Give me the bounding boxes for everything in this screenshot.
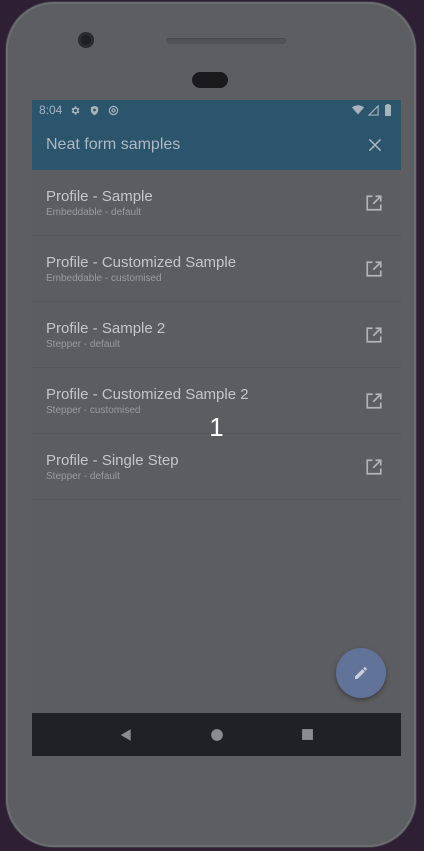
- item-title: Profile - Single Step: [46, 451, 179, 469]
- wifi-icon: [352, 104, 364, 116]
- earpiece: [166, 38, 286, 44]
- item-title: Profile - Customized Sample 2: [46, 385, 249, 403]
- open-in-new-icon[interactable]: [363, 324, 385, 346]
- battery-icon: [382, 104, 394, 116]
- settings-icon: [69, 104, 81, 116]
- sample-list: Profile - Sample Embeddable - default Pr…: [32, 170, 401, 500]
- item-subtitle: Embeddable - default: [46, 206, 142, 218]
- recents-icon[interactable]: [298, 725, 318, 745]
- navigation-bar: [32, 713, 401, 756]
- item-subtitle: Embeddable - customised: [46, 272, 162, 284]
- screen: 8:04 Neat form samples Profile - Sample …: [32, 100, 401, 756]
- item-title: Profile - Customized Sample: [46, 253, 237, 271]
- close-icon[interactable]: [363, 133, 387, 157]
- open-in-new-icon[interactable]: [363, 192, 385, 214]
- proximity-sensor: [192, 72, 228, 88]
- status-bar: 8:04: [32, 100, 401, 120]
- open-in-new-icon[interactable]: [363, 390, 385, 412]
- status-time: 8:04: [39, 103, 63, 117]
- edit-fab-button[interactable]: [336, 648, 386, 698]
- list-item[interactable]: Profile - Customized Sample Embeddable -…: [32, 236, 401, 302]
- list-item[interactable]: Profile - Sample 2 Stepper - default: [32, 302, 401, 368]
- item-subtitle: Stepper - default: [46, 338, 120, 350]
- list-item[interactable]: Profile - Sample Embeddable - default: [32, 170, 401, 236]
- front-camera: [78, 32, 94, 48]
- home-icon[interactable]: [207, 725, 227, 745]
- open-in-new-icon[interactable]: [363, 456, 385, 478]
- phone-frame: 8:04 Neat form samples Profile - Sample …: [6, 2, 416, 847]
- app-bar: Neat form samples: [32, 120, 401, 170]
- app-title: Neat form samples: [46, 136, 181, 153]
- back-icon[interactable]: [116, 725, 136, 745]
- pencil-icon: [353, 665, 369, 681]
- signal-icon: [367, 104, 379, 116]
- open-in-new-icon[interactable]: [363, 258, 385, 280]
- list-item[interactable]: Profile - Single Step Stepper - default: [32, 434, 401, 500]
- item-title: Profile - Sample 2: [46, 319, 166, 337]
- overlay-step-number: 1: [209, 412, 224, 442]
- shield-icon: [88, 104, 100, 116]
- item-subtitle: Stepper - default: [46, 470, 120, 482]
- at-icon: [107, 104, 119, 116]
- item-title: Profile - Sample: [46, 187, 153, 205]
